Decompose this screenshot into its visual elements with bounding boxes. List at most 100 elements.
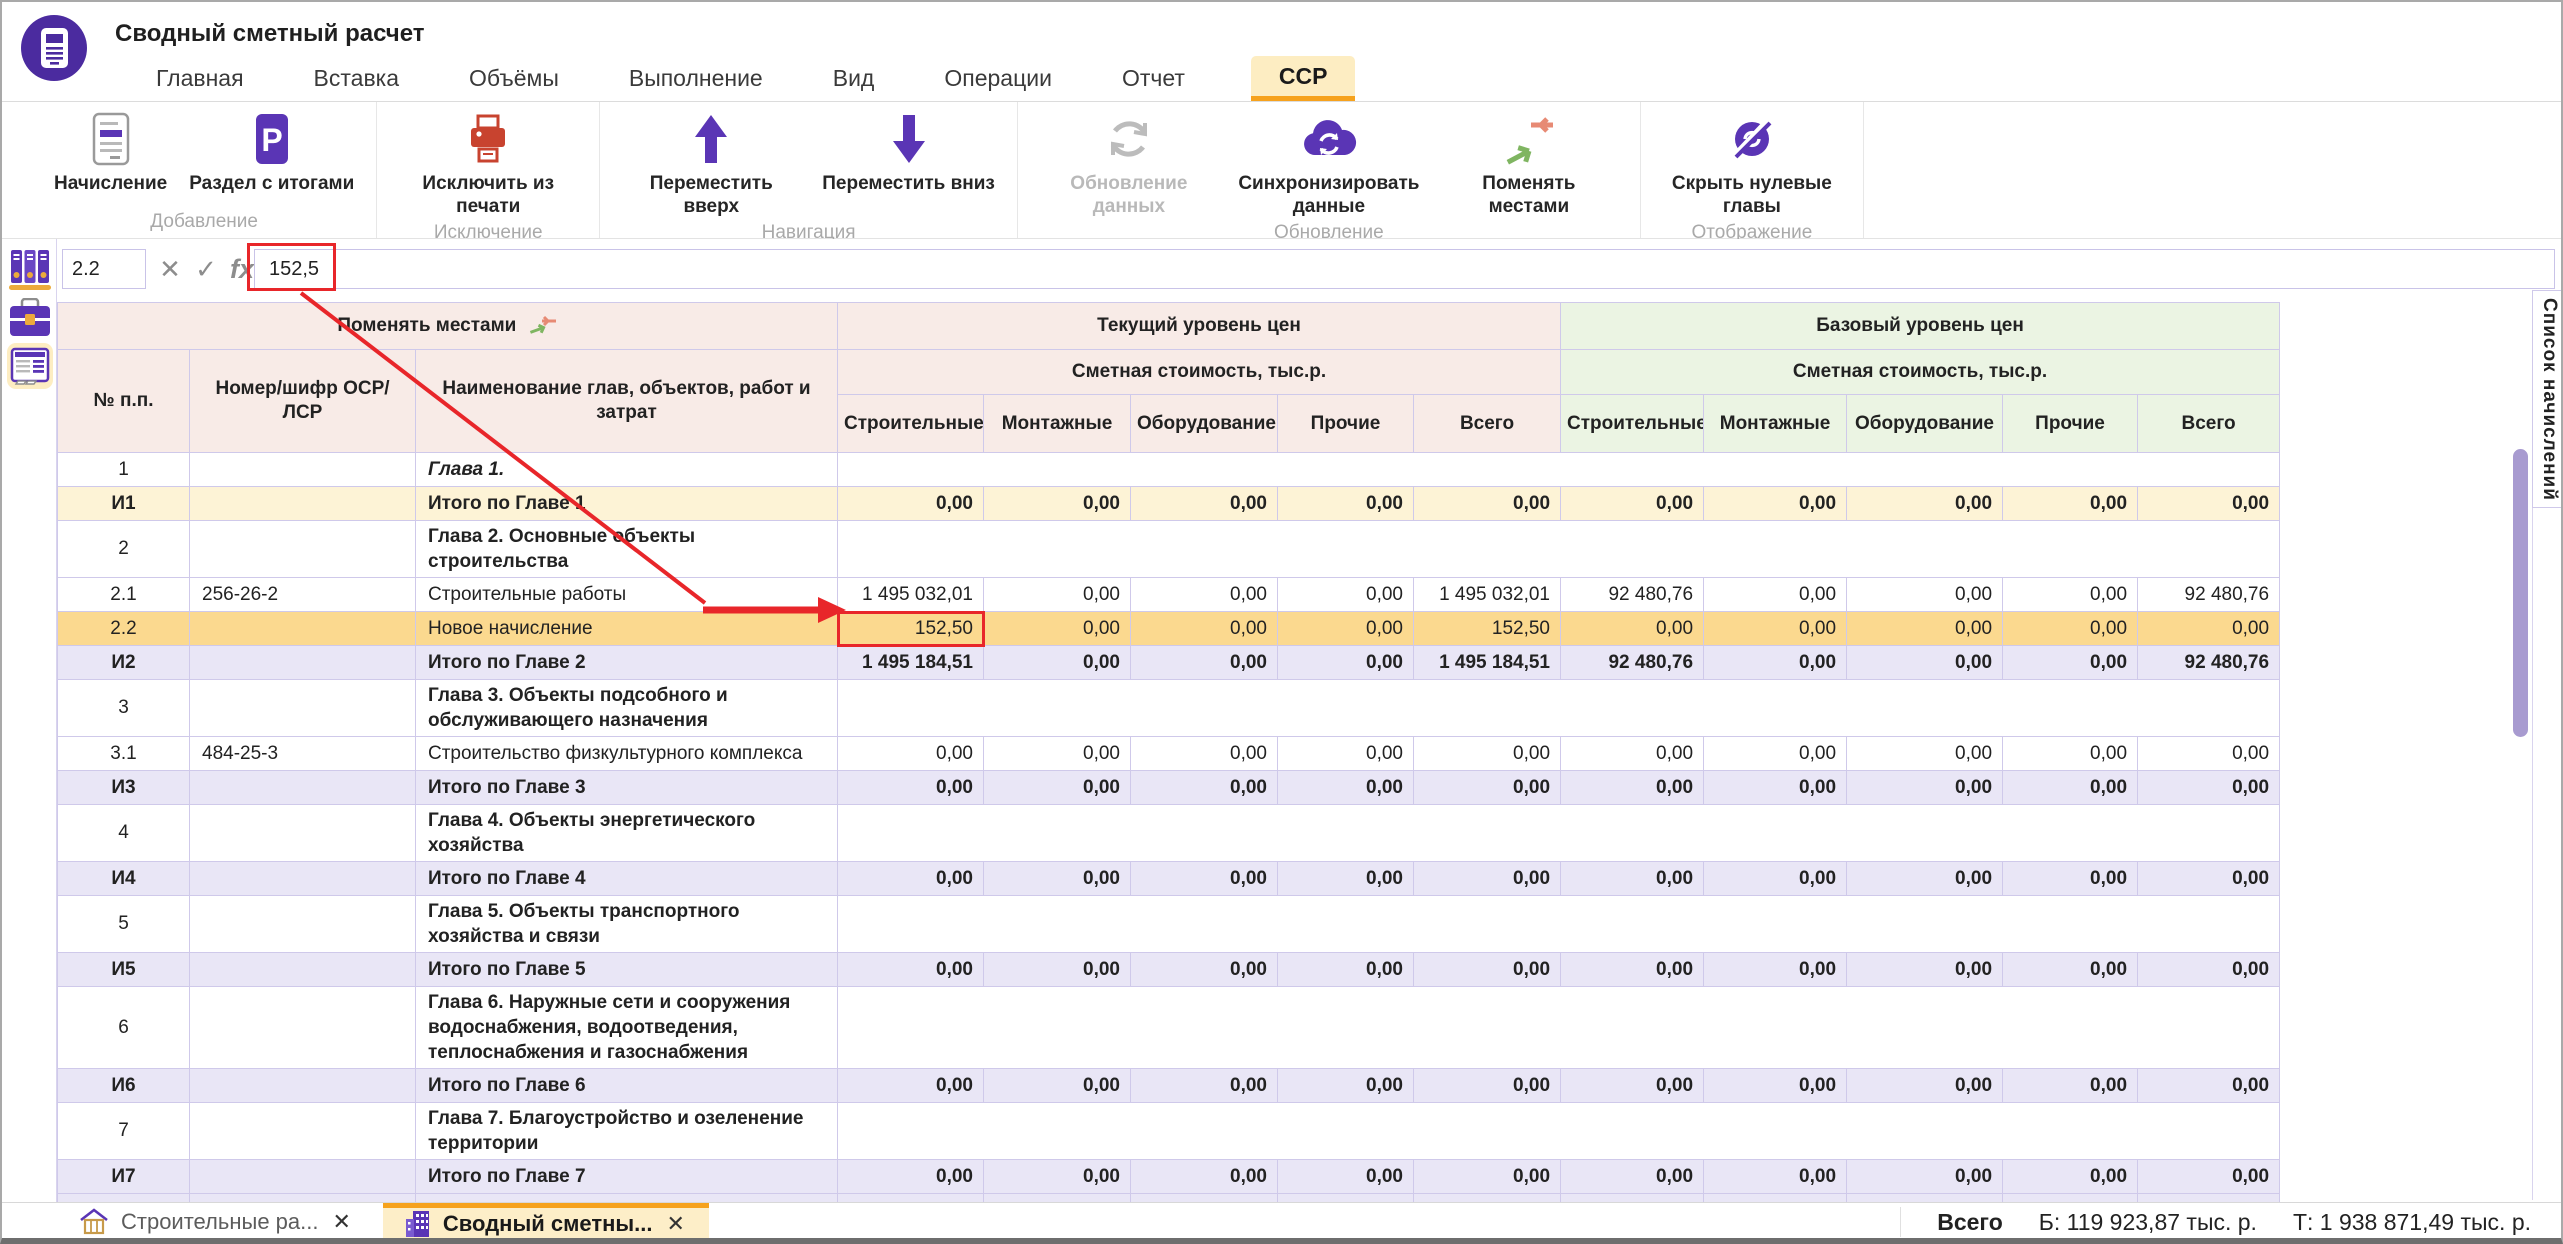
table-cell[interactable]: 152,50	[1414, 612, 1561, 646]
table-cell[interactable]: 0,00	[2003, 953, 2138, 987]
sync-data-button[interactable]: Синхронизировать данные	[1234, 108, 1424, 218]
table-cell[interactable]	[838, 453, 2280, 487]
table-cell[interactable]: 0,00	[1131, 771, 1278, 805]
table-cell[interactable]: 0,00	[1278, 771, 1414, 805]
table-cell[interactable]: 0,00	[1278, 612, 1414, 646]
table-cell[interactable]: 0,00	[838, 737, 984, 771]
table-cell[interactable]: 0,00	[1561, 487, 1704, 521]
table-cell[interactable]: 0,00	[1847, 771, 2003, 805]
table-cell[interactable]: 92 480,76	[2138, 1194, 2280, 1203]
table-cell[interactable]: 92 480,76	[1561, 1194, 1704, 1203]
table-cell[interactable]: 484-25-3	[190, 737, 416, 771]
table-cell[interactable]: 1 495 032,01	[838, 578, 984, 612]
table-cell[interactable]: 0,00	[1704, 646, 1847, 680]
table-cell[interactable]: 1 495 184,51	[838, 646, 984, 680]
swap-columns-header[interactable]: Поменять местами	[58, 303, 838, 350]
table-cell[interactable]: 0,00	[1278, 1160, 1414, 1194]
table-row[interactable]: 3.1484-25-3Строительство физкультурного …	[58, 737, 2280, 771]
table-cell[interactable]: Итого по Главе 1	[416, 487, 838, 521]
menu-tab-insert[interactable]: Вставка	[310, 56, 404, 101]
table-cell[interactable]: 0,00	[2003, 1160, 2138, 1194]
table-cell[interactable]: Итого по Главе 7	[416, 1160, 838, 1194]
close-icon[interactable]: ✕	[330, 1209, 352, 1235]
move-down-button[interactable]: Переместить вниз	[816, 108, 1001, 218]
table-cell[interactable]: 0,00	[1704, 771, 1847, 805]
table-cell[interactable]: 92 480,76	[1561, 578, 1704, 612]
table-cell[interactable]: 0,00	[1278, 862, 1414, 896]
table-cell[interactable]: 0,00	[1131, 1160, 1278, 1194]
table-cell[interactable]: 0,00	[984, 862, 1131, 896]
table-cell[interactable]: Глава 3. Объекты подсобного и обслуживаю…	[416, 680, 838, 737]
table-cell[interactable]: 0,00	[1414, 771, 1561, 805]
menu-tab-view[interactable]: Вид	[829, 56, 879, 101]
table-cell[interactable]: 0,00	[1561, 1160, 1704, 1194]
table-cell[interactable]: 0,00	[1561, 737, 1704, 771]
table-cell[interactable]: Итого по Главе 6	[416, 1069, 838, 1103]
menu-tab-main[interactable]: Главная	[152, 56, 248, 101]
table-cell[interactable]: 1 495 184,51	[1414, 646, 1561, 680]
table-cell[interactable]: 0,00	[1414, 487, 1561, 521]
table-row[interactable]: 2 Глава 2. Основные объекты строительства	[58, 521, 2280, 578]
table-row[interactable]: И3Итого по Главе 30,000,000,000,000,000,…	[58, 771, 2280, 805]
table-cell[interactable]: 0,00	[1131, 862, 1278, 896]
table-cell[interactable]: 0,00	[1704, 862, 1847, 896]
table-cell[interactable]: 0,00	[984, 771, 1131, 805]
table-cell[interactable]: 0,00	[1561, 771, 1704, 805]
table-cell[interactable]: Глава 7. Благоустройство и озеленение те…	[416, 1103, 838, 1160]
tab-summary-estimate[interactable]: Сводный сметны... ✕	[383, 1203, 709, 1240]
table-cell[interactable]: И5	[58, 953, 190, 987]
table-row[interactable]: 6 Глава 6. Наружные сети и сооружения вод…	[58, 987, 2280, 1069]
table-cell[interactable]: 1 495 184,51	[1414, 1194, 1561, 1203]
table-cell[interactable]	[838, 805, 2280, 862]
table-cell[interactable]: 0,00	[2003, 578, 2138, 612]
table-cell[interactable]: 2.2	[58, 612, 190, 646]
table-cell[interactable]: 0,00	[1847, 487, 2003, 521]
cell-reference-input[interactable]	[62, 249, 146, 289]
table-cell[interactable]: 0,00	[984, 1160, 1131, 1194]
table-cell[interactable]: 0,00	[2138, 1069, 2280, 1103]
table-cell[interactable]: 6	[58, 987, 190, 1069]
table-cell[interactable]: И3	[58, 771, 190, 805]
table-cell[interactable]	[190, 487, 416, 521]
table-cell[interactable]: 0,00	[2003, 646, 2138, 680]
table-cell[interactable]	[190, 521, 416, 578]
table-cell[interactable]: 0,00	[1414, 1069, 1561, 1103]
table-row[interactable]: И4Итого по Главе 40,000,000,000,000,000,…	[58, 862, 2280, 896]
table-row[interactable]: И7Итого по Главе 70,000,000,000,000,000,…	[58, 1160, 2280, 1194]
table-cell[interactable]: Глава 6. Наружные сети и сооружения водо…	[416, 987, 838, 1069]
table-row[interactable]: 3Глава 3. Объекты подсобного и обслужива…	[58, 680, 2280, 737]
table-cell[interactable]	[838, 680, 2280, 737]
table-cell[interactable]: Строительные работы	[416, 578, 838, 612]
table-cell[interactable]	[838, 896, 2280, 953]
table-cell[interactable]	[190, 680, 416, 737]
table-cell[interactable]: 0,00	[984, 1194, 1131, 1203]
table-cell[interactable]: 0,00	[1847, 1160, 2003, 1194]
table-cell[interactable]: 0,00	[1704, 953, 1847, 987]
table-cell[interactable]: Глава 2. Основные объекты строительства	[416, 521, 838, 578]
table-cell[interactable]: Итого по Главе 3	[416, 771, 838, 805]
table-cell[interactable]: 5	[58, 896, 190, 953]
table-cell[interactable]: 0,00	[1131, 487, 1278, 521]
table-cell[interactable]: 0,00	[1278, 1194, 1414, 1203]
table-cell[interactable]: 0,00	[1278, 1069, 1414, 1103]
annotated-cell[interactable]: 152,50	[838, 612, 984, 646]
table-cell[interactable]: 0,00	[1131, 953, 1278, 987]
table-cell[interactable]: 0,00	[838, 487, 984, 521]
table-cell[interactable]	[838, 1103, 2280, 1160]
table-cell[interactable]: 0,00	[1561, 953, 1704, 987]
table-cell[interactable]: 1 495 032,01	[1414, 578, 1561, 612]
cancel-icon[interactable]: ✕	[154, 249, 186, 289]
table-row[interactable]: ИГ7Итого по Главам 1-71 495 184,510,000,…	[58, 1194, 2280, 1203]
table-cell[interactable]: 0,00	[984, 953, 1131, 987]
table-cell[interactable]: 0,00	[1847, 862, 2003, 896]
refresh-data-button[interactable]: Обновление данных	[1034, 108, 1224, 218]
table-cell[interactable]	[190, 453, 416, 487]
estimate-sheet-icon[interactable]	[7, 343, 53, 389]
table-row[interactable]: И6Итого по Главе 60,000,000,000,000,000,…	[58, 1069, 2280, 1103]
table-cell[interactable]: 3.1	[58, 737, 190, 771]
table-cell[interactable]: 0,00	[1278, 578, 1414, 612]
table-cell[interactable]: 0,00	[984, 612, 1131, 646]
confirm-check-icon[interactable]: ✓	[190, 249, 222, 289]
table-cell[interactable]: 0,00	[838, 771, 984, 805]
table-cell[interactable]: 2	[58, 521, 190, 578]
